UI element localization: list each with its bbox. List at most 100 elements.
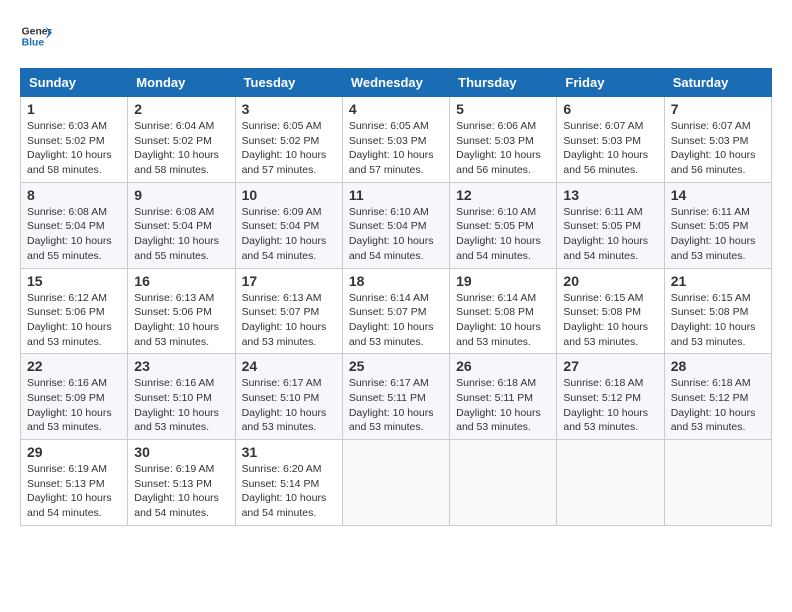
- calendar-cell: 17 Sunrise: 6:13 AM Sunset: 5:07 PM Dayl…: [235, 268, 342, 354]
- calendar-cell: 16 Sunrise: 6:13 AM Sunset: 5:06 PM Dayl…: [128, 268, 235, 354]
- cell-content: Sunrise: 6:05 AM Sunset: 5:03 PM Dayligh…: [349, 119, 443, 178]
- day-number: 23: [134, 358, 228, 374]
- cell-content: Sunrise: 6:09 AM Sunset: 5:04 PM Dayligh…: [242, 205, 336, 264]
- calendar-cell: 9 Sunrise: 6:08 AM Sunset: 5:04 PM Dayli…: [128, 182, 235, 268]
- day-number: 4: [349, 101, 443, 117]
- calendar-cell: 14 Sunrise: 6:11 AM Sunset: 5:05 PM Dayl…: [664, 182, 771, 268]
- cell-content: Sunrise: 6:15 AM Sunset: 5:08 PM Dayligh…: [563, 291, 657, 350]
- calendar-cell: 13 Sunrise: 6:11 AM Sunset: 5:05 PM Dayl…: [557, 182, 664, 268]
- cell-content: Sunrise: 6:07 AM Sunset: 5:03 PM Dayligh…: [563, 119, 657, 178]
- day-number: 18: [349, 273, 443, 289]
- calendar-cell: 15 Sunrise: 6:12 AM Sunset: 5:06 PM Dayl…: [21, 268, 128, 354]
- calendar-cell: 20 Sunrise: 6:15 AM Sunset: 5:08 PM Dayl…: [557, 268, 664, 354]
- calendar-cell: 3 Sunrise: 6:05 AM Sunset: 5:02 PM Dayli…: [235, 97, 342, 183]
- day-number: 15: [27, 273, 121, 289]
- day-number: 19: [456, 273, 550, 289]
- calendar-cell: 18 Sunrise: 6:14 AM Sunset: 5:07 PM Dayl…: [342, 268, 449, 354]
- cell-content: Sunrise: 6:07 AM Sunset: 5:03 PM Dayligh…: [671, 119, 765, 178]
- calendar-cell: 30 Sunrise: 6:19 AM Sunset: 5:13 PM Dayl…: [128, 440, 235, 526]
- day-number: 27: [563, 358, 657, 374]
- day-number: 12: [456, 187, 550, 203]
- calendar-cell: 4 Sunrise: 6:05 AM Sunset: 5:03 PM Dayli…: [342, 97, 449, 183]
- calendar-cell: [342, 440, 449, 526]
- day-number: 25: [349, 358, 443, 374]
- calendar-cell: 24 Sunrise: 6:17 AM Sunset: 5:10 PM Dayl…: [235, 354, 342, 440]
- cell-content: Sunrise: 6:16 AM Sunset: 5:09 PM Dayligh…: [27, 376, 121, 435]
- day-number: 30: [134, 444, 228, 460]
- calendar-cell: 22 Sunrise: 6:16 AM Sunset: 5:09 PM Dayl…: [21, 354, 128, 440]
- calendar-cell: [450, 440, 557, 526]
- day-number: 5: [456, 101, 550, 117]
- day-number: 21: [671, 273, 765, 289]
- day-number: 29: [27, 444, 121, 460]
- cell-content: Sunrise: 6:13 AM Sunset: 5:07 PM Dayligh…: [242, 291, 336, 350]
- cell-content: Sunrise: 6:16 AM Sunset: 5:10 PM Dayligh…: [134, 376, 228, 435]
- cell-content: Sunrise: 6:11 AM Sunset: 5:05 PM Dayligh…: [563, 205, 657, 264]
- day-number: 20: [563, 273, 657, 289]
- cell-content: Sunrise: 6:14 AM Sunset: 5:08 PM Dayligh…: [456, 291, 550, 350]
- cell-content: Sunrise: 6:11 AM Sunset: 5:05 PM Dayligh…: [671, 205, 765, 264]
- day-number: 17: [242, 273, 336, 289]
- day-number: 11: [349, 187, 443, 203]
- day-number: 6: [563, 101, 657, 117]
- page-header: General Blue: [20, 20, 772, 52]
- calendar-cell: 19 Sunrise: 6:14 AM Sunset: 5:08 PM Dayl…: [450, 268, 557, 354]
- cell-content: Sunrise: 6:10 AM Sunset: 5:04 PM Dayligh…: [349, 205, 443, 264]
- calendar-cell: 28 Sunrise: 6:18 AM Sunset: 5:12 PM Dayl…: [664, 354, 771, 440]
- day-number: 31: [242, 444, 336, 460]
- cell-content: Sunrise: 6:18 AM Sunset: 5:11 PM Dayligh…: [456, 376, 550, 435]
- cell-content: Sunrise: 6:17 AM Sunset: 5:10 PM Dayligh…: [242, 376, 336, 435]
- day-number: 24: [242, 358, 336, 374]
- day-number: 2: [134, 101, 228, 117]
- day-number: 10: [242, 187, 336, 203]
- day-number: 9: [134, 187, 228, 203]
- calendar-cell: 7 Sunrise: 6:07 AM Sunset: 5:03 PM Dayli…: [664, 97, 771, 183]
- calendar-cell: 29 Sunrise: 6:19 AM Sunset: 5:13 PM Dayl…: [21, 440, 128, 526]
- weekday-header-friday: Friday: [557, 69, 664, 97]
- calendar-cell: 31 Sunrise: 6:20 AM Sunset: 5:14 PM Dayl…: [235, 440, 342, 526]
- cell-content: Sunrise: 6:19 AM Sunset: 5:13 PM Dayligh…: [27, 462, 121, 521]
- cell-content: Sunrise: 6:18 AM Sunset: 5:12 PM Dayligh…: [563, 376, 657, 435]
- calendar-table: SundayMondayTuesdayWednesdayThursdayFrid…: [20, 68, 772, 526]
- cell-content: Sunrise: 6:08 AM Sunset: 5:04 PM Dayligh…: [27, 205, 121, 264]
- calendar-cell: 21 Sunrise: 6:15 AM Sunset: 5:08 PM Dayl…: [664, 268, 771, 354]
- calendar-cell: 5 Sunrise: 6:06 AM Sunset: 5:03 PM Dayli…: [450, 97, 557, 183]
- calendar-cell: [664, 440, 771, 526]
- weekday-header-monday: Monday: [128, 69, 235, 97]
- calendar-cell: 23 Sunrise: 6:16 AM Sunset: 5:10 PM Dayl…: [128, 354, 235, 440]
- weekday-header-sunday: Sunday: [21, 69, 128, 97]
- calendar-cell: [557, 440, 664, 526]
- calendar-cell: 8 Sunrise: 6:08 AM Sunset: 5:04 PM Dayli…: [21, 182, 128, 268]
- cell-content: Sunrise: 6:04 AM Sunset: 5:02 PM Dayligh…: [134, 119, 228, 178]
- day-number: 16: [134, 273, 228, 289]
- calendar-cell: 25 Sunrise: 6:17 AM Sunset: 5:11 PM Dayl…: [342, 354, 449, 440]
- day-number: 7: [671, 101, 765, 117]
- calendar-cell: 26 Sunrise: 6:18 AM Sunset: 5:11 PM Dayl…: [450, 354, 557, 440]
- cell-content: Sunrise: 6:03 AM Sunset: 5:02 PM Dayligh…: [27, 119, 121, 178]
- svg-text:Blue: Blue: [22, 38, 45, 49]
- weekday-header-wednesday: Wednesday: [342, 69, 449, 97]
- cell-content: Sunrise: 6:06 AM Sunset: 5:03 PM Dayligh…: [456, 119, 550, 178]
- day-number: 28: [671, 358, 765, 374]
- day-number: 3: [242, 101, 336, 117]
- cell-content: Sunrise: 6:14 AM Sunset: 5:07 PM Dayligh…: [349, 291, 443, 350]
- day-number: 22: [27, 358, 121, 374]
- cell-content: Sunrise: 6:10 AM Sunset: 5:05 PM Dayligh…: [456, 205, 550, 264]
- calendar-cell: 12 Sunrise: 6:10 AM Sunset: 5:05 PM Dayl…: [450, 182, 557, 268]
- cell-content: Sunrise: 6:19 AM Sunset: 5:13 PM Dayligh…: [134, 462, 228, 521]
- day-number: 13: [563, 187, 657, 203]
- day-number: 1: [27, 101, 121, 117]
- cell-content: Sunrise: 6:18 AM Sunset: 5:12 PM Dayligh…: [671, 376, 765, 435]
- calendar-cell: 1 Sunrise: 6:03 AM Sunset: 5:02 PM Dayli…: [21, 97, 128, 183]
- day-number: 14: [671, 187, 765, 203]
- cell-content: Sunrise: 6:13 AM Sunset: 5:06 PM Dayligh…: [134, 291, 228, 350]
- day-number: 26: [456, 358, 550, 374]
- weekday-header-saturday: Saturday: [664, 69, 771, 97]
- weekday-header-tuesday: Tuesday: [235, 69, 342, 97]
- calendar-cell: 10 Sunrise: 6:09 AM Sunset: 5:04 PM Dayl…: [235, 182, 342, 268]
- cell-content: Sunrise: 6:12 AM Sunset: 5:06 PM Dayligh…: [27, 291, 121, 350]
- cell-content: Sunrise: 6:08 AM Sunset: 5:04 PM Dayligh…: [134, 205, 228, 264]
- cell-content: Sunrise: 6:05 AM Sunset: 5:02 PM Dayligh…: [242, 119, 336, 178]
- calendar-cell: 2 Sunrise: 6:04 AM Sunset: 5:02 PM Dayli…: [128, 97, 235, 183]
- cell-content: Sunrise: 6:20 AM Sunset: 5:14 PM Dayligh…: [242, 462, 336, 521]
